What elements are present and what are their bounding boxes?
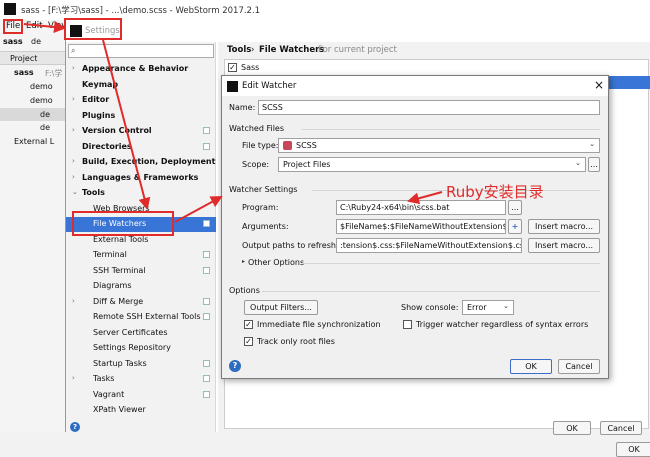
arrow-settings-to-file-watchers (102, 39, 151, 210)
arrow-annotation-to-program (407, 191, 443, 205)
arrow-file-watchers-to-dialog (174, 196, 223, 223)
arrow-file-to-settings (23, 21, 66, 33)
settings-ok-button[interactable]: OK (616, 442, 650, 457)
annotation-arrows (23, 21, 443, 223)
